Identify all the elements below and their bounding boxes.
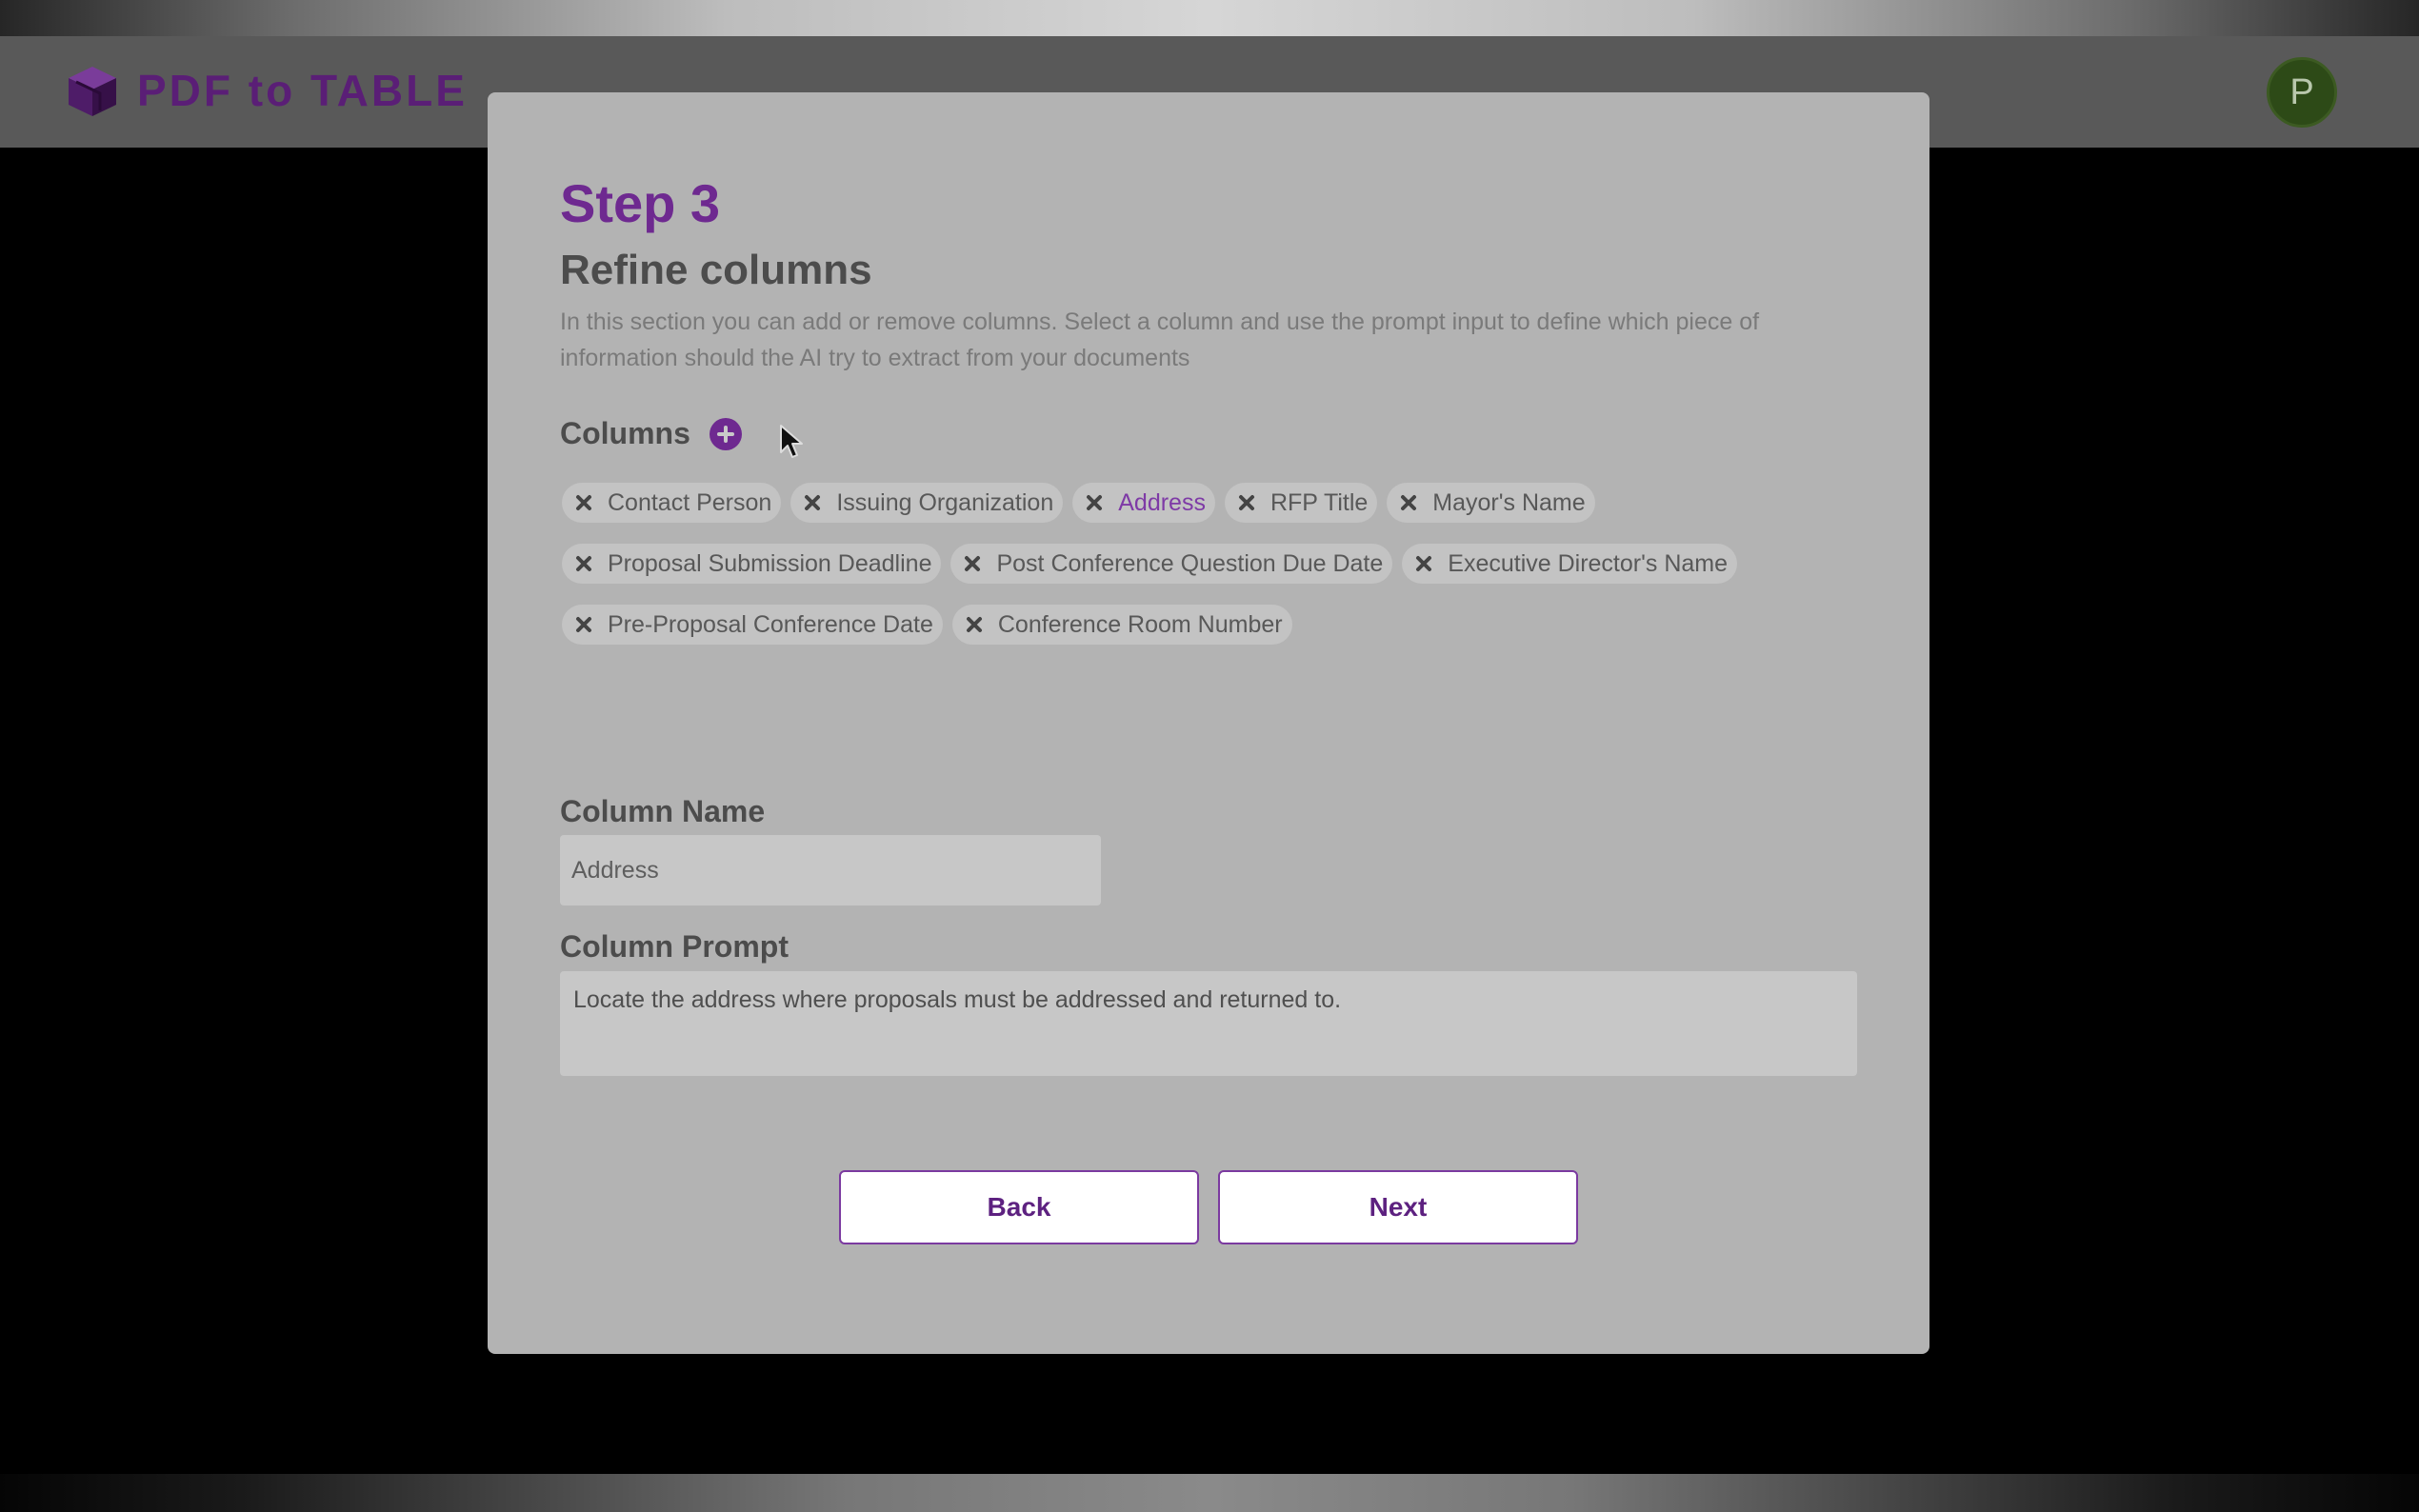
column-chip-label: Contact Person — [608, 488, 772, 516]
column-chip-selected[interactable]: Address — [1072, 483, 1215, 523]
column-chip[interactable]: RFP Title — [1224, 483, 1378, 523]
remove-icon[interactable] — [1398, 492, 1419, 513]
column-chip-label: Issuing Organization — [836, 488, 1054, 516]
app-logo[interactable]: PDF to TABLE — [65, 63, 468, 118]
column-prompt-input[interactable]: Locate the address where proposals must … — [560, 971, 1857, 1076]
column-chip-label: Conference Room Number — [997, 610, 1283, 638]
column-name-input[interactable] — [560, 835, 1101, 905]
column-chip-label: Proposal Submission Deadline — [608, 549, 932, 577]
remove-icon[interactable] — [1413, 553, 1434, 574]
remove-icon[interactable] — [573, 492, 594, 513]
column-chip[interactable]: Executive Director's Name — [1402, 544, 1738, 584]
column-chip[interactable]: Mayor's Name — [1387, 483, 1595, 523]
column-chip[interactable]: Post Conference Question Due Date — [950, 544, 1393, 584]
step-title: Step 3 — [560, 173, 721, 233]
section-description: In this section you can add or remove co… — [560, 308, 1760, 371]
remove-icon[interactable] — [802, 492, 823, 513]
column-name-label: Column Name — [560, 794, 766, 828]
column-chip[interactable]: Contact Person — [562, 483, 782, 523]
columns-header: Columns — [560, 416, 742, 451]
add-column-button[interactable] — [709, 417, 742, 450]
column-chip[interactable]: Conference Room Number — [951, 605, 1292, 645]
remove-icon[interactable] — [1084, 492, 1105, 513]
user-avatar[interactable]: P — [2267, 57, 2337, 128]
column-chip[interactable]: Proposal Submission Deadline — [562, 544, 942, 584]
remove-icon[interactable] — [962, 553, 983, 574]
column-prompt-label: Column Prompt — [560, 929, 789, 964]
column-chip[interactable]: Pre-Proposal Conference Date — [562, 605, 943, 645]
mouse-cursor-icon — [780, 425, 803, 458]
column-chip[interactable]: Issuing Organization — [790, 483, 1064, 523]
remove-icon[interactable] — [573, 553, 594, 574]
column-chip-label: Pre-Proposal Conference Date — [608, 610, 933, 638]
column-chip-label: Address — [1118, 488, 1206, 516]
column-chip-label: RFP Title — [1269, 488, 1369, 516]
columns-label: Columns — [560, 416, 690, 450]
column-chip-list: Contact Person Issuing Organization Addr… — [562, 483, 1857, 645]
window-top-edge — [0, 0, 2419, 36]
app-name: PDF to TABLE — [137, 66, 468, 115]
remove-icon[interactable] — [964, 614, 985, 635]
next-button[interactable]: Next — [1218, 1170, 1578, 1244]
column-chip-label: Executive Director's Name — [1448, 549, 1729, 577]
wizard-modal: Step 3 Refine columns In this section yo… — [488, 92, 1929, 1354]
cube-logo-icon — [69, 67, 116, 116]
window-bottom-edge — [0, 1474, 2419, 1512]
remove-icon[interactable] — [1236, 492, 1257, 513]
remove-icon[interactable] — [573, 614, 594, 635]
section-title: Refine columns — [560, 247, 872, 293]
back-button[interactable]: Back — [839, 1170, 1199, 1244]
column-chip-label: Post Conference Question Due Date — [996, 549, 1384, 577]
column-chip-label: Mayor's Name — [1432, 488, 1586, 516]
